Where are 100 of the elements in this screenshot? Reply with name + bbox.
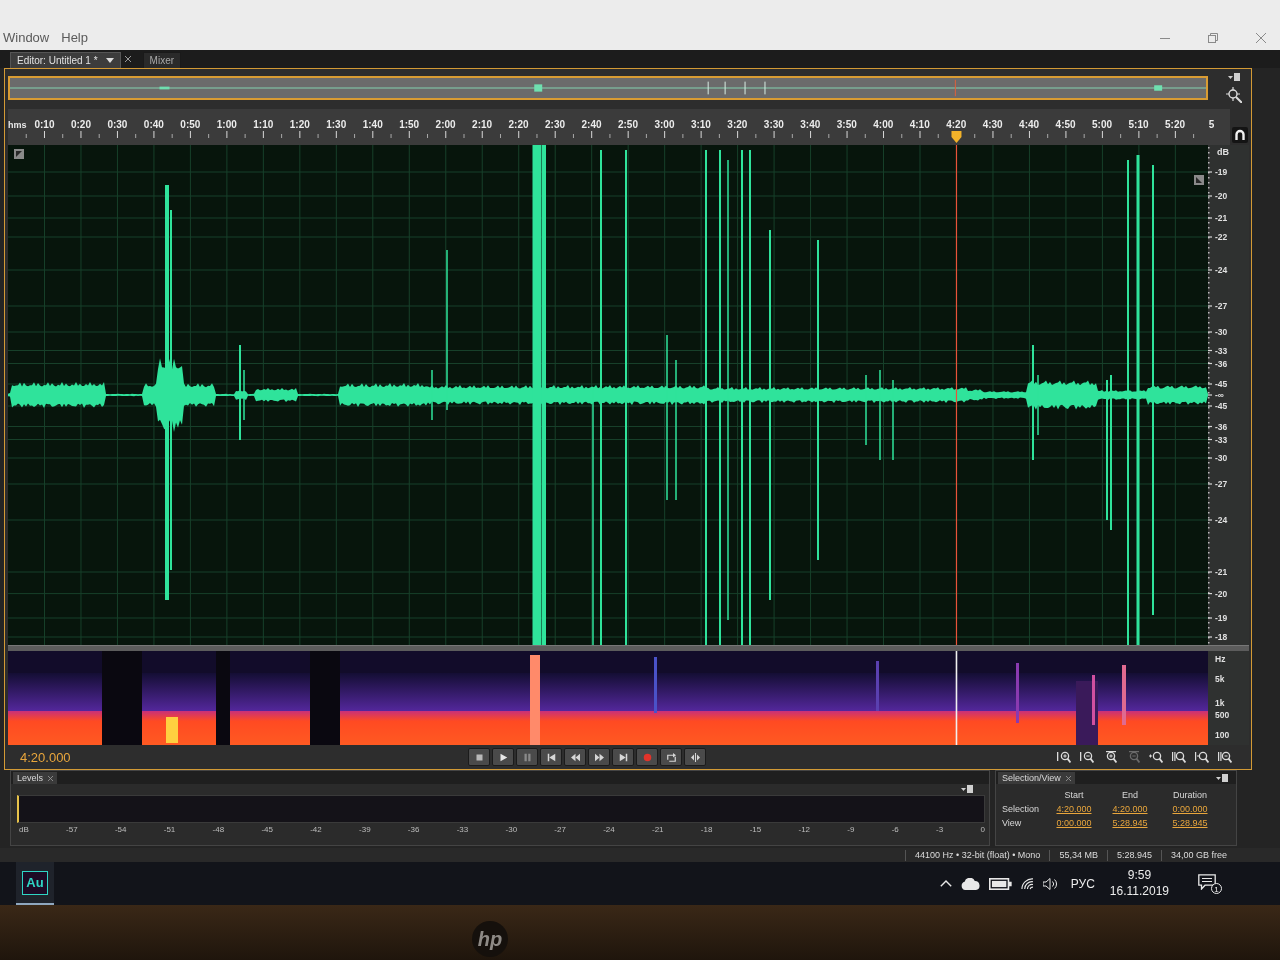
menu-item[interactable]: Help [61,30,88,45]
notifications-button[interactable]: 1 [1198,873,1222,894]
caret-icon[interactable] [105,58,114,63]
panel-tab[interactable]: Selection/View [998,772,1075,784]
cloud-icon[interactable] [961,877,981,890]
row-label: Selection [1002,804,1041,815]
meter-scale-label: -57 [66,825,78,835]
frequency-label: 5k [1215,674,1225,684]
time-label: 3:50 [836,119,857,131]
time-label: 3:20 [727,119,748,131]
editor-tab[interactable]: Editor: Untitled 1 * [10,52,121,68]
panel-menu-icon[interactable] [1216,773,1228,782]
magnifier-icon [1056,751,1071,763]
close-icon[interactable] [48,775,53,781]
meter-scale-label: -39 [359,825,371,835]
stop-button[interactable] [468,748,490,766]
taskbar-app-button[interactable]: Au [16,862,54,905]
wifi-icon[interactable] [1020,877,1034,890]
notification-badge: 1 [1211,882,1222,894]
amplitude-label: -27 [1215,301,1228,311]
editor-tab[interactable]: Mixer [142,52,182,68]
time-label: 0:50 [180,119,201,131]
time-field[interactable]: 4:20.000 [1112,804,1148,815]
magnifier-icon [1217,751,1232,763]
minimize-icon[interactable] [1160,37,1170,39]
time-label: 2:00 [435,119,456,131]
time-label: 0:30 [107,119,128,131]
panel-menu-icon[interactable] [1227,73,1240,81]
meter-scale-label: -45 [261,825,273,835]
time-field[interactable]: 5:28.945 [1172,818,1208,829]
amplitude-label: -30 [1215,453,1228,463]
time-label: 0:20 [70,119,91,131]
language-indicator[interactable]: РУС [1070,876,1095,891]
time-label: 1:00 [216,119,237,131]
skip-to-end-button[interactable] [612,748,634,766]
panel-tab[interactable]: Levels [13,772,57,784]
menu-item[interactable]: Window [3,30,50,45]
corner-icon[interactable] [1194,175,1204,185]
record-button[interactable] [636,748,658,766]
time-ruler[interactable]: hms 0:10 0:20 0:30 0:40 0:50 1:00 1:10 1:20 1:30 1:40 1:50 2:00 2:10 2:20 2:30 2:40 2:50 3:00 3:10 3:20 3:30 3:40 3:50 4:00 4:10 4:20 4:30 4:40 4:50 5:00 5:10 5:20 5 [8,109,1230,145]
close-icon[interactable] [124,56,131,62]
time-label: 1:50 [399,119,420,131]
zoom-icon[interactable] [1225,87,1242,103]
clock-button[interactable]: 9:59 16.11.2019 [1103,869,1175,898]
time-label: 1:30 [326,119,347,131]
amplitude-label: -22 [1215,232,1228,242]
playhead-handle[interactable] [951,131,962,143]
meter-scale-label: -54 [114,825,127,835]
skip-to-start-button[interactable] [540,748,562,766]
speaker-icon[interactable] [1042,877,1058,890]
close-icon[interactable] [1256,33,1266,43]
time-label: 3:10 [690,119,711,131]
panel-menu-icon[interactable] [961,785,973,793]
battery-icon[interactable] [989,877,1012,890]
amplitude-label: -24 [1215,515,1228,525]
amplitude-label: -27 [1215,479,1228,489]
time-field[interactable]: 4:20.000 [1056,804,1092,815]
time-label: 4:50 [1055,119,1076,131]
column-header: End [1122,790,1138,801]
time-label: 2:30 [545,119,566,131]
amplitude-label: -∞ [1215,390,1224,400]
time-label: 4:30 [982,119,1003,131]
app-logo: Au [22,870,48,895]
meter-scale-label: -21 [652,825,664,835]
time-label: 3:30 [763,119,784,131]
frequency-label: 500 [1215,710,1230,720]
column-header: Start [1064,790,1084,801]
close-icon[interactable] [1065,775,1071,781]
restore-icon[interactable] [1208,33,1218,43]
status-text: 5:28.945 [1106,849,1161,861]
rewind-button[interactable] [564,748,586,766]
time-display[interactable]: 4:20.000 [20,750,71,765]
time-field[interactable]: 0:00.000 [1056,818,1092,829]
time-label: 1:20 [289,119,310,131]
magnifier-icon [1171,751,1186,763]
amplitude-label: -19 [1215,613,1228,623]
time-label: 4:20 [946,119,967,131]
meter-scale-label: -3 [936,825,944,835]
time-label: 0:10 [34,119,55,131]
skip-selection-button[interactable] [684,748,706,766]
meter-scale-label: 0 [980,825,985,835]
chevron-up-icon[interactable] [940,880,953,887]
amplitude-label: -45 [1215,401,1228,411]
column-header: Duration [1173,790,1207,801]
spectrogram-drawing[interactable] [8,651,1208,745]
fast-forward-button[interactable] [588,748,610,766]
waveform-drawing[interactable] [8,145,1208,645]
corner-icon[interactable] [14,149,24,159]
loop-button[interactable] [660,748,682,766]
magnet-icon[interactable] [1232,127,1248,143]
meter-scale-label: -6 [891,825,899,835]
meter-scale-label: -18 [700,825,713,835]
time-label: 4:00 [873,119,894,131]
meter-scale-label: -30 [505,825,518,835]
pause-button[interactable] [516,748,538,766]
amplitude-label: -33 [1215,345,1228,356]
time-field[interactable]: 0:00.000 [1172,804,1208,815]
meter-scale-label: -9 [847,825,855,835]
play-button[interactable] [492,748,514,766]
time-field[interactable]: 5:28.945 [1112,818,1148,829]
